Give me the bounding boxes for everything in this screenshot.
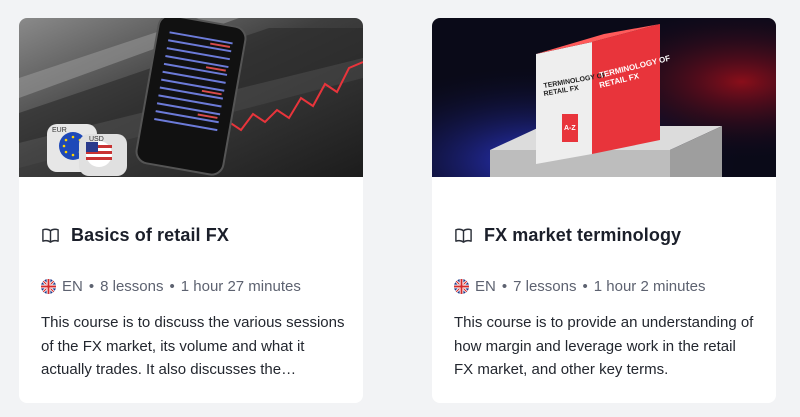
course-card-terminology[interactable]: TERMINOLOGY OF RETAIL FX TERMINOLOGY OF …: [432, 18, 776, 403]
course-title-row[interactable]: FX market terminology: [454, 225, 681, 246]
course-description: This course is to discuss the various se…: [41, 314, 345, 378]
uk-flag-icon: [454, 279, 469, 294]
meta-separator: •: [88, 278, 95, 295]
course-meta: EN • 8 lessons • 1 hour 27 minutes: [41, 278, 301, 295]
course-title[interactable]: Basics of retail FX: [71, 225, 229, 246]
book-icon: [455, 228, 472, 243]
course-meta: EN • 7 lessons • 1 hour 2 minutes: [454, 278, 705, 295]
course-lessons: 8 lessons: [100, 278, 164, 295]
meta-separator: •: [582, 278, 588, 295]
course-thumbnail[interactable]: EUR USD: [19, 18, 363, 177]
eur-label: EUR: [52, 127, 67, 134]
course-lessons: 7 lessons: [513, 278, 577, 295]
course-duration: 1 hour 27 minutes: [180, 278, 301, 295]
meta-separator: •: [501, 278, 508, 295]
course-title-row[interactable]: Basics of retail FX: [41, 225, 229, 246]
usd-coin-icon: USD: [79, 134, 127, 176]
course-thumbnail[interactable]: TERMINOLOGY OF RETAIL FX TERMINOLOGY OF …: [432, 18, 776, 177]
uk-flag-icon: [41, 279, 56, 294]
course-language: EN: [62, 278, 83, 295]
course-language: EN: [475, 278, 496, 295]
course-duration: 1 hour 2 minutes: [593, 278, 706, 295]
book-icon: [42, 228, 59, 243]
meta-separator: •: [169, 278, 175, 295]
course-title[interactable]: FX market terminology: [484, 225, 681, 246]
course-card-basics[interactable]: EUR USD Basics of retail FX EN • 8 lesso…: [19, 18, 363, 403]
usd-label: USD: [89, 136, 104, 143]
course-description: This course is to provide an understandi…: [454, 314, 754, 378]
svg-text:A-Z: A-Z: [564, 125, 576, 132]
